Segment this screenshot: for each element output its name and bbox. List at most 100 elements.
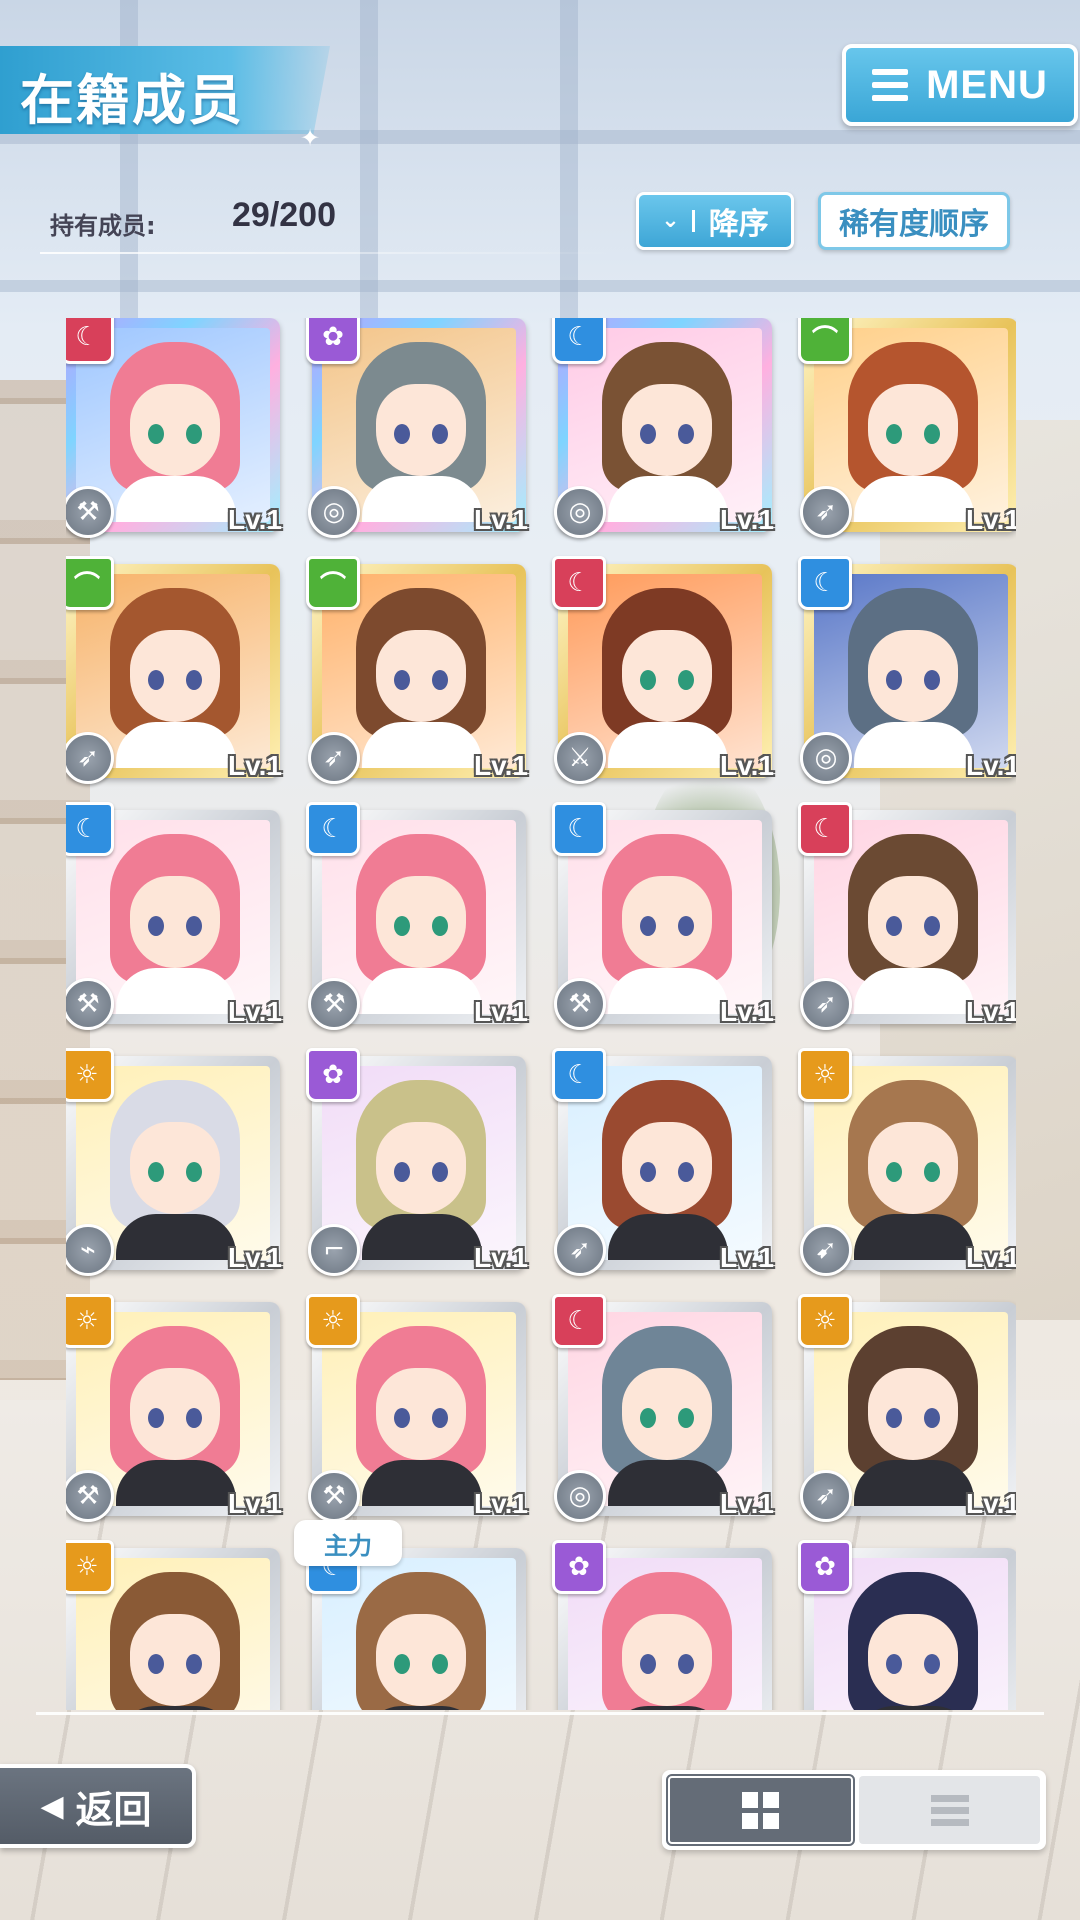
spear-icon: ➶: [66, 732, 114, 784]
level-label: Lv.1: [474, 1488, 528, 1519]
moon-heart-attribute-icon: ☾: [552, 556, 606, 610]
sort-order-button[interactable]: ⌄ 降序: [636, 192, 794, 250]
member-card[interactable]: ☼ ➹ Lv.1: [798, 1048, 1016, 1276]
member-card[interactable]: ☾ ⚒ Lv.1: [552, 802, 774, 1030]
level-label: Lv.1: [966, 504, 1016, 535]
member-card[interactable]: ⌒ ➶ Lv.1: [66, 556, 282, 784]
member-card[interactable]: ☾ ⚒ Lv.1: [66, 802, 282, 1030]
back-arrow-icon: ◀: [40, 1788, 64, 1824]
spear-icon: ➶: [800, 486, 852, 538]
member-card[interactable]: ☾ ➶ Lv.1: [798, 802, 1016, 1030]
page-title: 在籍成员: [20, 69, 244, 132]
member-card[interactable]: ☼: [66, 1540, 280, 1710]
level-label: Lv.1: [720, 1242, 774, 1273]
level-label: Lv.1: [720, 750, 774, 781]
menu-label: MENU: [926, 62, 1048, 107]
sun-attribute-icon: ☼: [798, 1048, 852, 1102]
flower-attribute-icon: ✿: [798, 1540, 852, 1594]
level-label: Lv.1: [228, 996, 282, 1027]
flower-attribute-icon: ✿: [552, 1540, 606, 1594]
hammer-icon: ⚒: [308, 978, 360, 1030]
sparkle-icon: ✦: [300, 124, 321, 152]
window-beam: [0, 280, 1080, 292]
member-card[interactable]: ☾ ◎ Lv.1: [552, 1294, 774, 1522]
member-card[interactable]: ✿: [798, 1540, 1016, 1710]
member-card[interactable]: ⌒ ➶ Lv.1: [798, 318, 1016, 538]
hammer-icon: ⚒: [308, 1470, 360, 1522]
level-label: Lv.1: [228, 504, 282, 535]
sun-attribute-icon: ☼: [66, 1048, 114, 1102]
back-label: 返回: [75, 1787, 152, 1832]
menu-button[interactable]: MENU: [842, 44, 1078, 126]
grid-view-icon: [742, 1791, 779, 1829]
member-card[interactable]: ✿ ◎ Lv.1: [306, 318, 528, 538]
shield-icon: ◎: [800, 732, 852, 784]
spear-icon: ➶: [800, 1470, 852, 1522]
level-label: Lv.1: [966, 1488, 1016, 1519]
member-card[interactable]: ✿: [552, 1540, 772, 1710]
member-card-grid[interactable]: ☾ ⚒ Lv.1 ✿ ◎ Lv.1 ☾ ◎ Lv.1 ⌒ ➶ Lv.1 ⌒ ➶ Lv.1 ⌒ ➶ Lv.1 ☾ ⚔ Lv…: [66, 318, 1016, 1710]
member-card[interactable]: ☾ ⚒ Lv.1: [66, 318, 282, 538]
member-card[interactable]: ☼ ➶ Lv.1: [798, 1294, 1016, 1522]
member-card[interactable]: ☾ ⚒ Lv.1: [306, 802, 528, 1030]
sun-attribute-icon: ☼: [66, 1294, 114, 1348]
gun-icon: ⌐: [308, 1224, 360, 1276]
level-label: Lv.1: [966, 996, 1016, 1027]
crescent-clover-attribute-icon: ☾: [552, 1048, 606, 1102]
member-card[interactable]: ☾ ◎ Lv.1: [798, 556, 1016, 784]
list-view-button[interactable]: [859, 1776, 1040, 1844]
arc-attribute-icon: ⌒: [66, 556, 114, 610]
shield-icon: ◎: [308, 486, 360, 538]
sun-attribute-icon: ☼: [798, 1294, 852, 1348]
flower-attribute-icon: ✿: [306, 1048, 360, 1102]
member-card[interactable]: ⌒ ➶ Lv.1: [306, 556, 528, 784]
arc-attribute-icon: ⌒: [306, 556, 360, 610]
back-button[interactable]: ◀ 返回: [0, 1764, 196, 1848]
divider: [40, 252, 620, 254]
sort-rarity-button[interactable]: 稀有度顺序: [818, 192, 1010, 250]
hammer-icon: ⚒: [554, 978, 606, 1030]
level-label: Lv.1: [966, 1242, 1016, 1273]
chevron-down-icon: ⌄: [661, 210, 695, 232]
owned-members-count: 29/200: [232, 196, 336, 234]
spear-icon: ➶: [308, 732, 360, 784]
level-label: Lv.1: [228, 1488, 282, 1519]
member-card[interactable]: ✿ ⌐ Lv.1: [306, 1048, 528, 1276]
shield-icon: ◎: [554, 486, 606, 538]
crescent-clover-attribute-icon: ☾: [798, 556, 852, 610]
arc-attribute-icon: ⌒: [798, 318, 852, 364]
member-card[interactable]: ☾: [306, 1540, 526, 1710]
sun-attribute-icon: ☼: [306, 1294, 360, 1348]
member-card[interactable]: ☼ ⚒ Lv.1: [66, 1294, 282, 1522]
level-label: Lv.1: [720, 504, 774, 535]
owned-members-label: 持有成员:: [50, 212, 156, 240]
level-label: Lv.1: [474, 1242, 528, 1273]
member-card[interactable]: ☼ ⚒ Lv.1: [306, 1294, 528, 1522]
divider: [36, 1712, 1044, 1715]
member-card[interactable]: ☼ ⌁ Lv.1: [66, 1048, 282, 1276]
crescent-clover-attribute-icon: ☾: [306, 802, 360, 856]
moon-heart-attribute-icon: ☾: [552, 1294, 606, 1348]
rifle-icon: ⌁: [66, 1224, 114, 1276]
spear-icon: ➶: [800, 978, 852, 1030]
list-view-icon: [930, 1794, 969, 1826]
sort-order-label: 降序: [708, 207, 769, 242]
level-label: Lv.1: [720, 1488, 774, 1519]
level-label: Lv.1: [474, 750, 528, 781]
grid-view-button[interactable]: [666, 1774, 855, 1846]
level-label: Lv.1: [966, 750, 1016, 781]
hammer-icon: ⚒: [66, 978, 114, 1030]
flower-attribute-icon: ✿: [306, 318, 360, 364]
member-card[interactable]: ☾ ➶ Lv.1: [552, 1048, 774, 1276]
member-card[interactable]: ☾ ◎ Lv.1: [552, 318, 774, 538]
view-toggle: [662, 1770, 1046, 1850]
crescent-clover-attribute-icon: ☾: [66, 802, 114, 856]
lance-icon: ➹: [800, 1224, 852, 1276]
member-card[interactable]: ☾ ⚔ Lv.1: [552, 556, 774, 784]
crescent-clover-attribute-icon: ☾: [552, 802, 606, 856]
level-label: Lv.1: [474, 504, 528, 535]
leader-tag: 主力: [294, 1520, 402, 1566]
hammer-icon: ⚒: [66, 486, 114, 538]
level-label: Lv.1: [228, 1242, 282, 1273]
hammer-icon: ⚒: [66, 1470, 114, 1522]
